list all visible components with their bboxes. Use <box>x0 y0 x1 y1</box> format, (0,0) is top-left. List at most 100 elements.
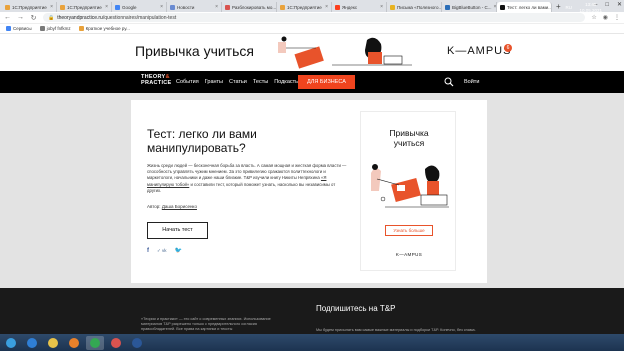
tab-favicon-icon <box>445 4 450 10</box>
tab-label: Новости <box>177 4 195 10</box>
close-tab-icon[interactable]: × <box>50 4 53 10</box>
author-label: Автор: <box>147 204 162 209</box>
forward-icon[interactable]: → <box>17 14 24 21</box>
footer-about: «Теории и практики» — это сайт о совреме… <box>141 317 271 331</box>
search-icon[interactable] <box>444 77 454 87</box>
sidebar-ad-brand: K—AMPUS <box>395 252 423 257</box>
close-tab-icon[interactable]: × <box>215 4 218 10</box>
browser-tab[interactable]: BigBlueButton - C... × <box>442 2 497 12</box>
vk-label: vk <box>162 247 167 253</box>
tab-favicon-icon <box>60 4 65 10</box>
url-path: /questionnaires/manipulation-test <box>102 14 177 21</box>
nav-link[interactable]: Подкасты <box>274 79 299 85</box>
author-link[interactable]: Даша Борисенко <box>162 204 197 209</box>
bookmark-item[interactable]: jobyf fnfkmz <box>39 26 71 32</box>
bookmark-item[interactable]: Краткое учебное ру... <box>78 25 130 32</box>
bookmark-icon <box>6 26 11 32</box>
taskbar-media-button[interactable] <box>65 336 83 350</box>
close-tab-icon[interactable]: × <box>380 4 383 10</box>
page-title: Тест: легко ли вами манипулировать? <box>147 127 257 155</box>
tab-label: Яндекс <box>342 4 358 10</box>
menu-icon[interactable]: ⋮ <box>614 14 620 21</box>
ie-icon <box>27 337 37 348</box>
system-clock[interactable]: 13:45 10.05.2021 <box>579 2 602 14</box>
subscribe-text: Мы будем присылать вам самые важные мате… <box>316 328 476 332</box>
site-footer: Подпишитесь на T&P «Теории и практики» —… <box>0 288 624 334</box>
close-window-button[interactable]: ✕ <box>617 0 622 10</box>
bookmark-item[interactable]: Сервисы <box>6 25 32 32</box>
browser-tab[interactable]: Новости × <box>167 2 222 12</box>
logo-line-2: PRACTICE <box>141 80 172 86</box>
tab-label: 1С:Предприятие <box>67 4 102 10</box>
ad-banner[interactable]: Привычка учиться K—AMPUS 6 <box>0 34 624 71</box>
author-line: Автор: Даша Борисенко <box>147 204 197 209</box>
browser-tab[interactable]: Письма «Полезного...× <box>387 2 442 12</box>
maximize-button[interactable]: □ <box>605 0 609 10</box>
site-logo[interactable]: THEORY& PRACTICE <box>141 74 172 86</box>
nav-link[interactable]: Статьи <box>229 79 247 85</box>
lock-icon: 🔒 <box>48 14 55 21</box>
browser-tab[interactable]: Яндекс × <box>332 2 387 12</box>
tab-favicon-icon <box>280 4 285 10</box>
close-tab-icon[interactable]: × <box>494 4 496 10</box>
reload-icon[interactable]: ↻ <box>30 14 37 22</box>
sidebar-ad-title-line-1: Привычка <box>389 128 429 138</box>
share-buttons: f ✓ vk 🐦 <box>147 247 182 255</box>
tab-favicon-icon <box>500 4 505 10</box>
clock-date: 10.05.2021 <box>579 8 602 13</box>
tab-label: Разблокировать мо... <box>232 4 277 10</box>
browser-tab[interactable]: Google × <box>112 2 167 12</box>
close-tab-icon[interactable]: × <box>325 4 328 10</box>
taskbar-app-red-button[interactable] <box>107 336 125 350</box>
site-header: THEORY& PRACTICE События Гранты Статьи Тест… <box>0 71 624 93</box>
sidebar-ad-title-line-2: учиться <box>393 138 425 148</box>
url-domain: theoryandpractice.ru <box>57 14 103 21</box>
new-tab-button[interactable]: + <box>552 2 565 12</box>
nav-link[interactable]: События <box>176 79 199 85</box>
ad-illustration <box>278 36 412 69</box>
profile-icon[interactable]: ◉ <box>603 14 608 21</box>
url-input[interactable]: 🔒 theoryandpractice.ru/questionnaires/ma… <box>43 13 586 22</box>
address-bar: ← → ↻ 🔒 theoryandpractice.ru/questionnai… <box>0 12 624 24</box>
ad-title: Привычка учиться <box>135 43 254 59</box>
explorer-icon <box>48 337 58 348</box>
bookmark-star-icon[interactable]: ☆ <box>591 14 596 21</box>
tab-label: Письма «Полезного... <box>397 4 442 10</box>
login-link[interactable]: Войти <box>464 79 479 85</box>
tab-favicon-icon <box>5 4 10 10</box>
tab-label: 1С:Предприятие <box>287 4 322 10</box>
taskbar-start-button[interactable] <box>2 336 20 350</box>
taskbar-word-button[interactable] <box>128 336 146 350</box>
sidebar-ad[interactable]: Привычка учиться Узнать больше K—AMPUS <box>360 111 456 271</box>
language-indicator[interactable]: RU <box>566 5 573 10</box>
word-icon <box>132 337 142 348</box>
bookmark-label: Краткое учебное ру... <box>85 25 130 31</box>
browser-tab[interactable]: 1С:Предприятие × <box>277 2 332 12</box>
ad-badge: 6 <box>504 44 512 52</box>
tab-label: Google <box>122 4 137 10</box>
close-tab-icon[interactable]: × <box>105 4 108 10</box>
taskbar-chrome-button[interactable] <box>86 335 104 350</box>
back-icon[interactable]: ← <box>4 14 11 21</box>
bookmark-label: Сервисы <box>13 25 32 31</box>
vk-icon: ✓ <box>157 247 161 253</box>
twitter-icon[interactable]: 🐦 <box>175 247 182 254</box>
close-tab-icon[interactable]: × <box>160 4 163 10</box>
taskbar-explorer-button[interactable] <box>44 336 62 350</box>
os-taskbar <box>0 334 624 351</box>
vk-share-button[interactable]: ✓ vk <box>157 248 167 254</box>
business-button[interactable]: ДЛЯ БИЗНЕСА <box>298 75 355 89</box>
tab-label: 1С:Предприятие <box>12 4 47 10</box>
browser-tab[interactable]: Разблокировать мо...× <box>222 2 277 12</box>
sidebar-ad-button[interactable]: Узнать больше <box>385 225 433 236</box>
subscribe-title: Подпишитесь на T&P <box>316 304 396 313</box>
nav-link[interactable]: Гранты <box>205 79 223 85</box>
taskbar-ie-button[interactable] <box>23 336 41 350</box>
browser-tab[interactable]: 1С:Предприятие × <box>2 2 57 12</box>
facebook-icon[interactable]: f <box>147 248 149 254</box>
nav-link[interactable]: Тесты <box>253 79 268 85</box>
bookmarks-bar: Сервисы jobyf fnfkmz Краткое учебное ру... <box>0 24 624 34</box>
browser-tab[interactable]: 1С:Предприятие × <box>57 2 112 12</box>
browser-tab[interactable]: Тест: легко ли вами... × <box>497 2 552 12</box>
start-test-button[interactable]: Начать тест <box>147 222 208 239</box>
